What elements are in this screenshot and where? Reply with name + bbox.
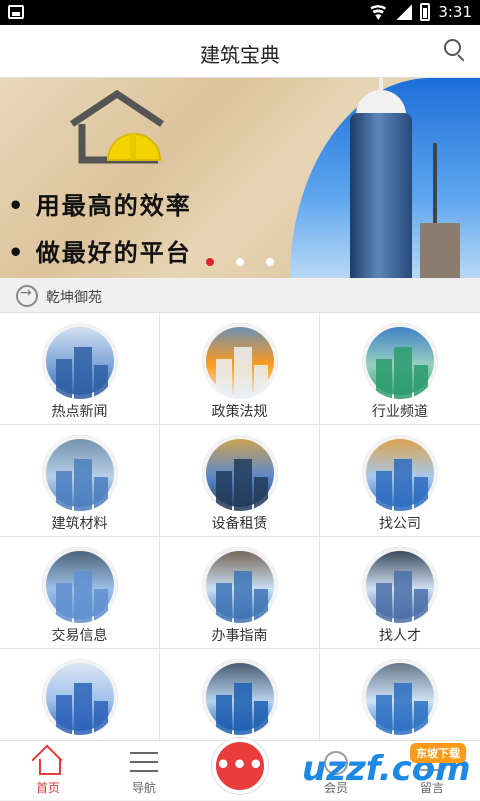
grid-item-label: 热点新闻 [51, 404, 108, 420]
building-silhouette [376, 583, 392, 623]
building-silhouette [414, 365, 428, 399]
grid-item-label: 政策法规 [211, 404, 268, 420]
grid-item-label: 交易信息 [51, 628, 108, 644]
grid-item-2[interactable]: 政策法规 [160, 313, 320, 425]
building-silhouette [254, 589, 268, 623]
building-photo-icon [42, 323, 118, 399]
building-silhouette [94, 701, 108, 735]
building-silhouette [254, 701, 268, 735]
building-silhouette [56, 583, 72, 623]
grid-item-label: 找人才 [379, 628, 421, 644]
background-building [420, 223, 460, 278]
grid-item-label: 建筑材料 [51, 516, 108, 532]
building-silhouette [216, 583, 232, 623]
grid-item-1[interactable]: 热点新闻 [0, 313, 160, 425]
watermark-tag: 东坡下载 [410, 743, 466, 763]
building-silhouette [376, 359, 392, 399]
building-silhouette [56, 471, 72, 511]
menu-icon [130, 752, 158, 772]
notice-text: 乾坤御苑 [46, 290, 102, 306]
grid-item-3[interactable]: 行业频道 [320, 313, 480, 425]
grid-item-4[interactable]: 建筑材料 [0, 425, 160, 537]
building-silhouette [376, 695, 392, 735]
grid-item-7[interactable]: 交易信息 [0, 537, 160, 649]
city-photo-icon [42, 547, 118, 623]
building-silhouette [414, 477, 428, 511]
building-silhouette [234, 683, 252, 735]
building-silhouette [94, 589, 108, 623]
nav-navigation[interactable]: 导航 [96, 741, 192, 801]
carousel-dot-1[interactable] [206, 258, 214, 266]
building-silhouette [254, 365, 268, 399]
building-silhouette [216, 695, 232, 735]
grid-item-6[interactable]: 找公司 [320, 425, 480, 537]
nav-home[interactable]: 首页 [0, 741, 96, 801]
house-logo-icon [70, 90, 164, 164]
grid-item-9[interactable]: 找人才 [320, 537, 480, 649]
building-silhouette [414, 589, 428, 623]
more-dots-icon: ••• [215, 750, 265, 779]
towers-photo-icon [362, 323, 438, 399]
building-silhouette [234, 459, 252, 511]
building-silhouette [56, 695, 72, 735]
carousel-dot-3[interactable] [266, 258, 274, 266]
building-silhouette [394, 459, 412, 511]
building-silhouette [394, 683, 412, 735]
building-silhouette [234, 571, 252, 623]
status-bar: 3:31 [0, 0, 480, 25]
watermark-logo: uzzf.com 东坡下载 [302, 743, 472, 795]
building-silhouette [394, 347, 412, 399]
building-silhouette [254, 477, 268, 511]
page-title: 建筑宝典 [200, 43, 280, 67]
wifi-icon [368, 4, 388, 20]
gallery-icon [8, 5, 24, 19]
office-photo-icon [42, 435, 118, 511]
nav-navigation-label: 导航 [131, 781, 156, 795]
grid-item-5[interactable]: 设备租赁 [160, 425, 320, 537]
category-grid: 热点新闻政策法规行业频道建筑材料设备租赁找公司交易信息办事指南找人才资料下载..… [0, 313, 480, 761]
curved-building-photo-icon [202, 547, 278, 623]
grid-item-8[interactable]: 办事指南 [160, 537, 320, 649]
battery-icon [420, 3, 431, 21]
search-icon[interactable] [444, 39, 466, 62]
banner-carousel[interactable]: • 用最高的效率 • 做最好的平台 [0, 78, 480, 278]
login-arrow-icon [16, 285, 38, 307]
building-silhouette [74, 347, 92, 399]
notice-bar[interactable]: 乾坤御苑 [0, 278, 480, 313]
carousel-dot-2[interactable] [236, 258, 244, 266]
building-silhouette [234, 347, 252, 399]
building-silhouette [74, 459, 92, 511]
building-silhouette [394, 571, 412, 623]
architects-photo-icon [202, 323, 278, 399]
center-more-button[interactable]: ••• [212, 738, 268, 794]
banner-slogan-1: • 用最高的效率 [8, 191, 192, 220]
signal-icon [396, 4, 413, 20]
grid-item-label: 办事指南 [211, 628, 268, 644]
status-right: 3:31 [368, 3, 472, 21]
eiffel-photo-icon [362, 435, 438, 511]
building-silhouette [414, 701, 428, 735]
tower-image [350, 113, 412, 278]
building-silhouette [94, 477, 108, 511]
glass-building-photo-icon [202, 435, 278, 511]
status-time: 3:31 [438, 3, 472, 21]
grid-item-label: 行业频道 [372, 404, 428, 420]
building-silhouette [216, 359, 232, 399]
carousel-dots [0, 258, 480, 266]
tall-tower-photo-icon [202, 659, 278, 735]
nav-home-label: 首页 [35, 781, 60, 795]
grid-item-label: 找公司 [379, 516, 421, 532]
building-silhouette [56, 359, 72, 399]
app-header: 建筑宝典 [0, 25, 480, 78]
home-icon [34, 749, 62, 775]
plaza-photo-icon [362, 659, 438, 735]
building-silhouette [376, 471, 392, 511]
twin-towers-photo-icon [42, 659, 118, 735]
building-silhouette [94, 365, 108, 399]
building-silhouette [74, 683, 92, 735]
grid-item-label: 设备租赁 [211, 516, 268, 532]
building-silhouette [74, 571, 92, 623]
building-silhouette [216, 471, 232, 511]
modern-building-photo-icon [362, 547, 438, 623]
